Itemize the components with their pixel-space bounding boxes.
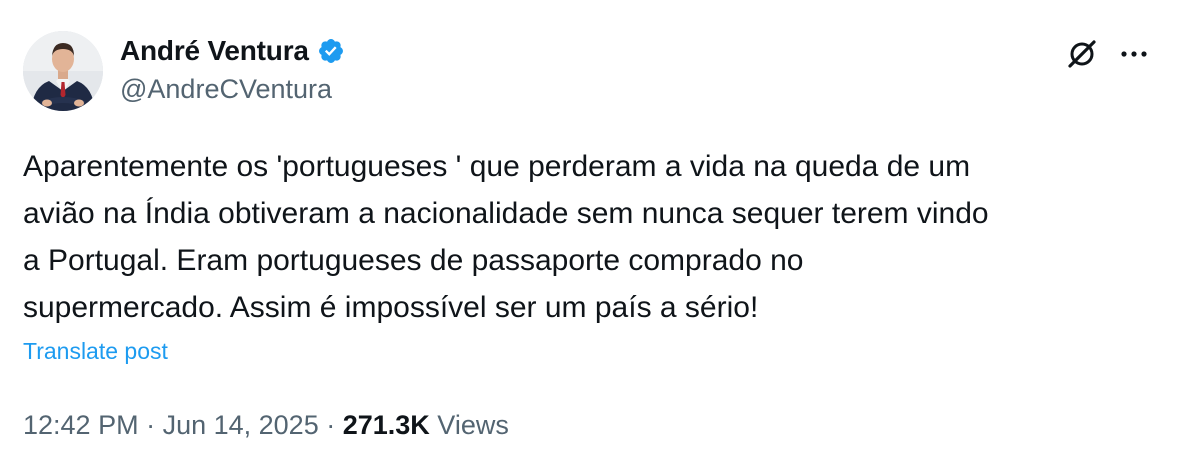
translate-post-link[interactable]: Translate post [23,338,168,365]
avatar[interactable] [23,31,103,111]
grok-button[interactable] [1062,34,1102,74]
grok-icon [1068,40,1096,68]
tweet-date[interactable]: Jun 14, 2025 [163,410,319,441]
views-label: Views [429,410,509,440]
tweet-time[interactable]: 12:42 PM [23,410,139,441]
tweet-text: Aparentemente os 'portugueses ' que perd… [23,150,989,324]
verified-badge-icon[interactable] [317,37,345,65]
tweet-metadata: 12:42 PM · Jun 14, 2025 · 271.3K Views [23,410,509,441]
avatar-photo [23,31,103,111]
author-info: André Ventura @AndreCVentura [120,32,345,105]
meta-separator: · [138,410,163,440]
views-count[interactable]: 271.3K [343,410,430,441]
name-row: André Ventura [120,32,345,70]
more-options-icon [1121,51,1147,57]
tweet-card: André Ventura @AndreCVentura Aparentemen… [0,0,1186,476]
more-options-button[interactable] [1114,34,1154,74]
username-handle[interactable]: @AndreCVentura [120,74,345,105]
meta-separator: · [318,410,343,440]
display-name[interactable]: André Ventura [120,35,309,67]
